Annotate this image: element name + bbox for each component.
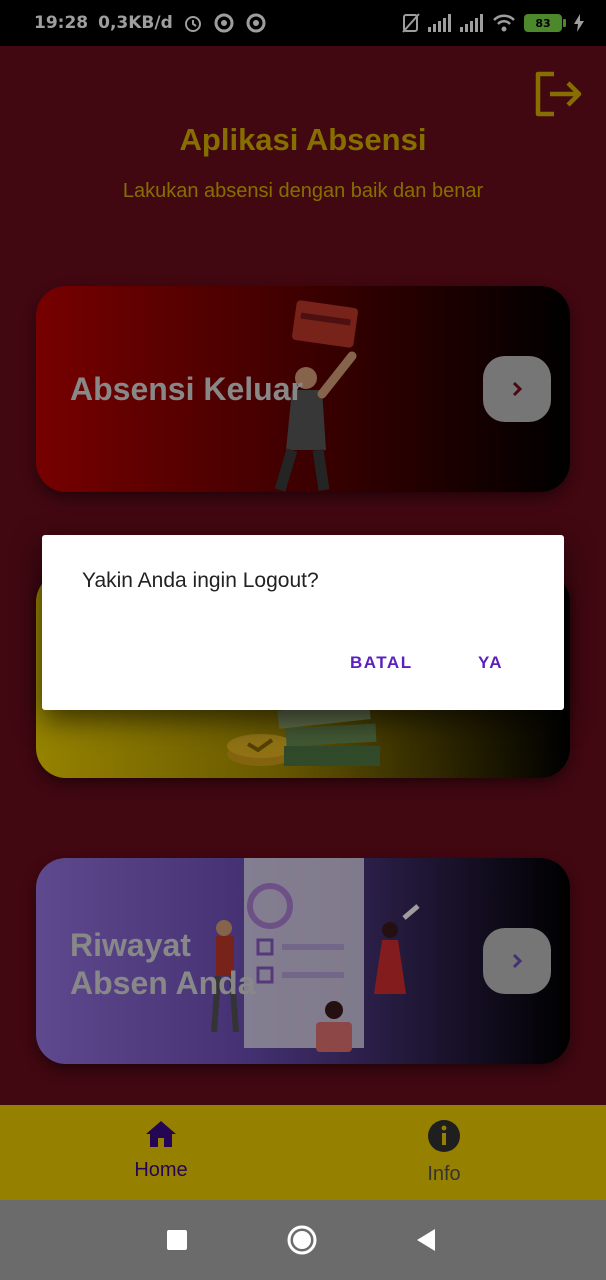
recent-apps-button[interactable] <box>159 1222 195 1258</box>
confirm-button[interactable]: YA <box>478 653 503 673</box>
back-button[interactable] <box>408 1222 444 1258</box>
dialog-message: Yakin Anda ingin Logout? <box>82 569 319 592</box>
recent-apps-icon <box>167 1230 187 1250</box>
home-button[interactable] <box>284 1222 320 1258</box>
system-navigation-bar <box>0 1200 606 1280</box>
logout-dialog: Yakin Anda ingin Logout? BATAL YA <box>42 535 564 710</box>
back-icon <box>417 1229 435 1251</box>
home-circle-icon <box>287 1225 317 1255</box>
cancel-button[interactable]: BATAL <box>350 653 413 673</box>
